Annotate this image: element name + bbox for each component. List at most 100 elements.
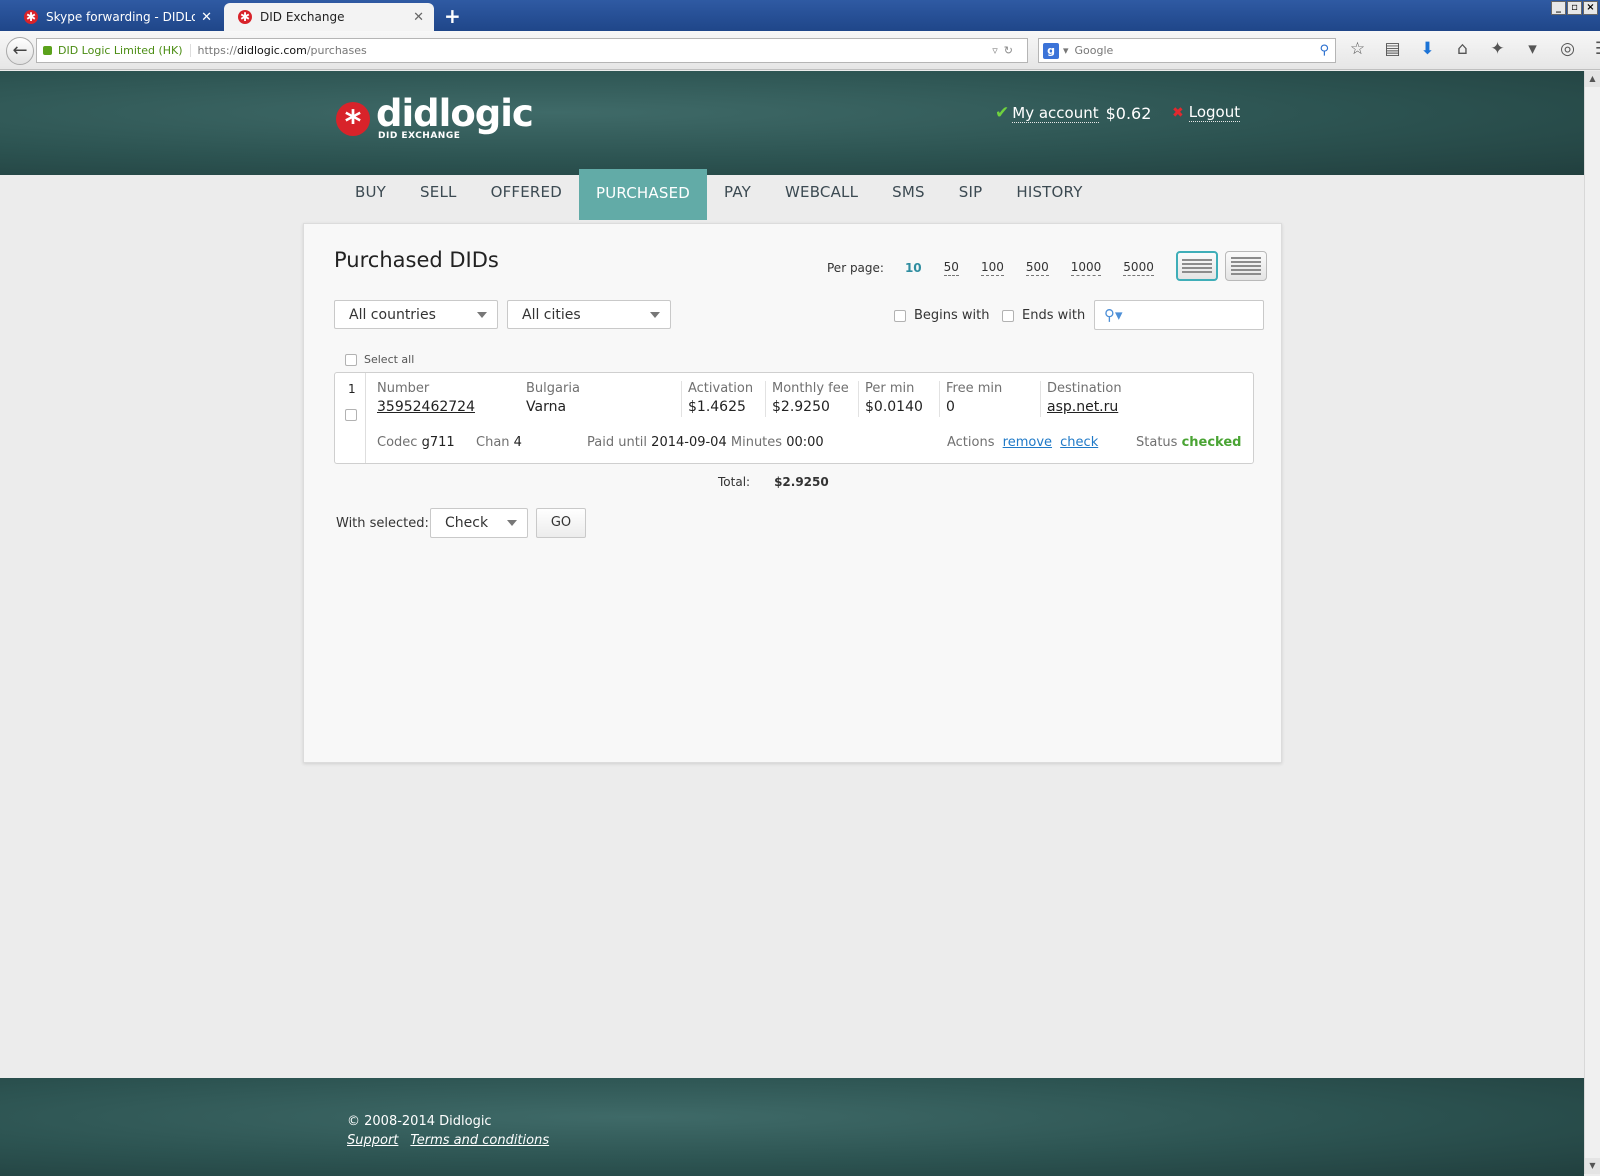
- home-icon[interactable]: ⌂: [1450, 39, 1475, 61]
- begins-with-checkbox[interactable]: [894, 309, 906, 322]
- destination-link[interactable]: asp.net.ru: [1047, 399, 1122, 415]
- google-icon[interactable]: g: [1043, 42, 1059, 59]
- minimize-button[interactable]: _: [1551, 1, 1566, 15]
- remove-action-link[interactable]: remove: [1003, 435, 1052, 450]
- minutes-value: 00:00: [786, 435, 824, 450]
- begins-with-option[interactable]: Begins with: [894, 308, 990, 323]
- tab-title: DID Exchange: [260, 10, 345, 24]
- select-all-option[interactable]: Select all: [345, 353, 414, 366]
- search-placeholder: Google: [1074, 44, 1114, 57]
- nav-offered[interactable]: OFFERED: [474, 169, 579, 220]
- select-all-checkbox[interactable]: [345, 353, 357, 366]
- free-min-value: 0: [946, 399, 955, 415]
- per-page-5000[interactable]: 5000: [1123, 260, 1154, 276]
- check-action-link[interactable]: check: [1060, 435, 1098, 450]
- browser-tab-did-exchange[interactable]: ✱ DID Exchange ✕: [224, 3, 434, 31]
- codec-label: Codec: [377, 435, 418, 450]
- paid-until-value: 2014-09-04: [651, 435, 727, 450]
- close-tab-icon[interactable]: ✕: [201, 10, 212, 25]
- actions-field: Actions remove check: [947, 435, 1098, 450]
- total-label: Total:: [718, 475, 751, 489]
- row-checkbox[interactable]: [345, 409, 357, 421]
- footer-links: Support Terms and conditions: [347, 1133, 549, 1148]
- compact-view-icon[interactable]: [1225, 251, 1267, 281]
- activation-column: Activation $1.4625: [680, 381, 753, 417]
- scroll-up-icon[interactable]: ▲: [1585, 71, 1600, 87]
- address-bar[interactable]: DID Logic Limited (HK) https://didlogic.…: [36, 38, 1028, 63]
- restore-button[interactable]: ▫: [1567, 1, 1582, 15]
- support-link[interactable]: Support: [347, 1133, 398, 1148]
- monthly-fee-column: Monthly fee $2.9250: [765, 381, 849, 417]
- nav-sell[interactable]: SELL: [403, 169, 474, 220]
- number-search-input[interactable]: ⚲▾: [1094, 300, 1264, 330]
- codec-value: g711: [421, 435, 455, 450]
- channels-field: Chan 4: [476, 435, 522, 450]
- site-identity[interactable]: DID Logic Limited (HK): [58, 44, 191, 57]
- per-page-selector: Per page: 10 50 100 500 1000 5000: [827, 260, 1176, 276]
- paid-until-label: Paid until: [587, 435, 648, 450]
- close-tab-icon[interactable]: ✕: [413, 10, 424, 25]
- url-text[interactable]: https://didlogic.com/purchases: [198, 44, 993, 57]
- ends-with-checkbox[interactable]: [1002, 309, 1014, 322]
- number-column: Number 35952462724: [377, 381, 475, 415]
- did-number-link[interactable]: 35952462724: [377, 399, 475, 415]
- reload-icon[interactable]: ▿↻: [992, 44, 1019, 57]
- bulk-action-value: Check: [445, 515, 489, 531]
- close-window-button[interactable]: ×: [1583, 1, 1598, 15]
- logout-x-icon: ✖: [1172, 104, 1184, 121]
- browser-nav-bar: ← DID Logic Limited (HK) https://didlogi…: [0, 31, 1600, 70]
- city-select[interactable]: All cities: [507, 300, 671, 329]
- menu-icon[interactable]: ☰: [1590, 39, 1600, 61]
- scroll-down-icon[interactable]: ▼: [1585, 1158, 1600, 1174]
- nav-sip[interactable]: SIP: [942, 169, 1000, 220]
- go-button[interactable]: GO: [536, 508, 586, 538]
- did-row: 1 Number 35952462724 Bulgaria Varna Acti…: [334, 372, 1254, 464]
- row-index: 1: [348, 382, 356, 396]
- search-icon[interactable]: ⚲: [1319, 43, 1329, 58]
- per-page-500[interactable]: 500: [1025, 260, 1049, 276]
- logout-area[interactable]: ✖ Logout: [1172, 103, 1241, 122]
- search-icon: ⚲▾: [1104, 306, 1123, 324]
- per-min-column: Per min $0.0140: [858, 381, 923, 417]
- per-page-50[interactable]: 50: [943, 260, 959, 276]
- city-name: Varna: [526, 399, 567, 415]
- extension-icon[interactable]: ✦: [1485, 39, 1510, 61]
- sync-icon[interactable]: ◎: [1555, 39, 1580, 61]
- per-page-1000[interactable]: 1000: [1070, 260, 1102, 276]
- checkmark-icon: ✔: [995, 103, 1010, 123]
- new-tab-button[interactable]: +: [444, 4, 461, 28]
- paid-until-field: Paid until 2014-09-04 Minutes 00:00: [587, 435, 824, 450]
- page-scrollbar[interactable]: ▲ ▼: [1584, 71, 1600, 1174]
- didlogic-logo[interactable]: * didlogic DID EXCHANGE: [336, 95, 534, 141]
- ends-with-label: Ends with: [1022, 308, 1086, 323]
- begins-with-label: Begins with: [914, 308, 990, 323]
- location-column: Bulgaria Varna: [526, 381, 580, 415]
- bookmarks-list-icon[interactable]: ▤: [1380, 39, 1405, 61]
- nav-pay[interactable]: PAY: [707, 169, 768, 220]
- bookmark-star-icon[interactable]: ☆: [1345, 39, 1370, 61]
- country-select[interactable]: All countries: [334, 300, 498, 329]
- bulk-action-select[interactable]: Check: [430, 508, 528, 538]
- nav-webcall[interactable]: WEBCALL: [768, 169, 875, 220]
- browser-tab-skype-forwarding[interactable]: ✱ Skype forwarding - DIDLogic ✕: [10, 3, 222, 31]
- per-min-value: $0.0140: [865, 399, 923, 415]
- dropdown-caret-icon[interactable]: ▾: [1520, 39, 1545, 61]
- dropdown-caret-icon: ▾: [1063, 44, 1069, 57]
- nav-buy[interactable]: BUY: [338, 169, 403, 220]
- per-page-100[interactable]: 100: [980, 260, 1004, 276]
- back-arrow-icon[interactable]: ←: [6, 37, 34, 65]
- window-controls: _ ▫ ×: [1551, 1, 1598, 15]
- logout-link[interactable]: Logout: [1188, 103, 1241, 122]
- my-account-link[interactable]: My account: [1012, 104, 1099, 123]
- nav-purchased[interactable]: PURCHASED: [578, 169, 708, 220]
- chevron-down-icon: [650, 312, 660, 318]
- download-icon[interactable]: ⬇: [1415, 39, 1440, 61]
- nav-history[interactable]: HISTORY: [999, 169, 1099, 220]
- per-page-10[interactable]: 10: [905, 261, 922, 276]
- nav-sms[interactable]: SMS: [875, 169, 942, 220]
- search-bar[interactable]: g ▾ Google ⚲: [1038, 38, 1336, 63]
- ends-with-option[interactable]: Ends with: [1002, 308, 1085, 323]
- minutes-label: Minutes: [730, 435, 783, 450]
- terms-link[interactable]: Terms and conditions: [410, 1133, 549, 1148]
- detailed-view-icon[interactable]: [1176, 251, 1218, 281]
